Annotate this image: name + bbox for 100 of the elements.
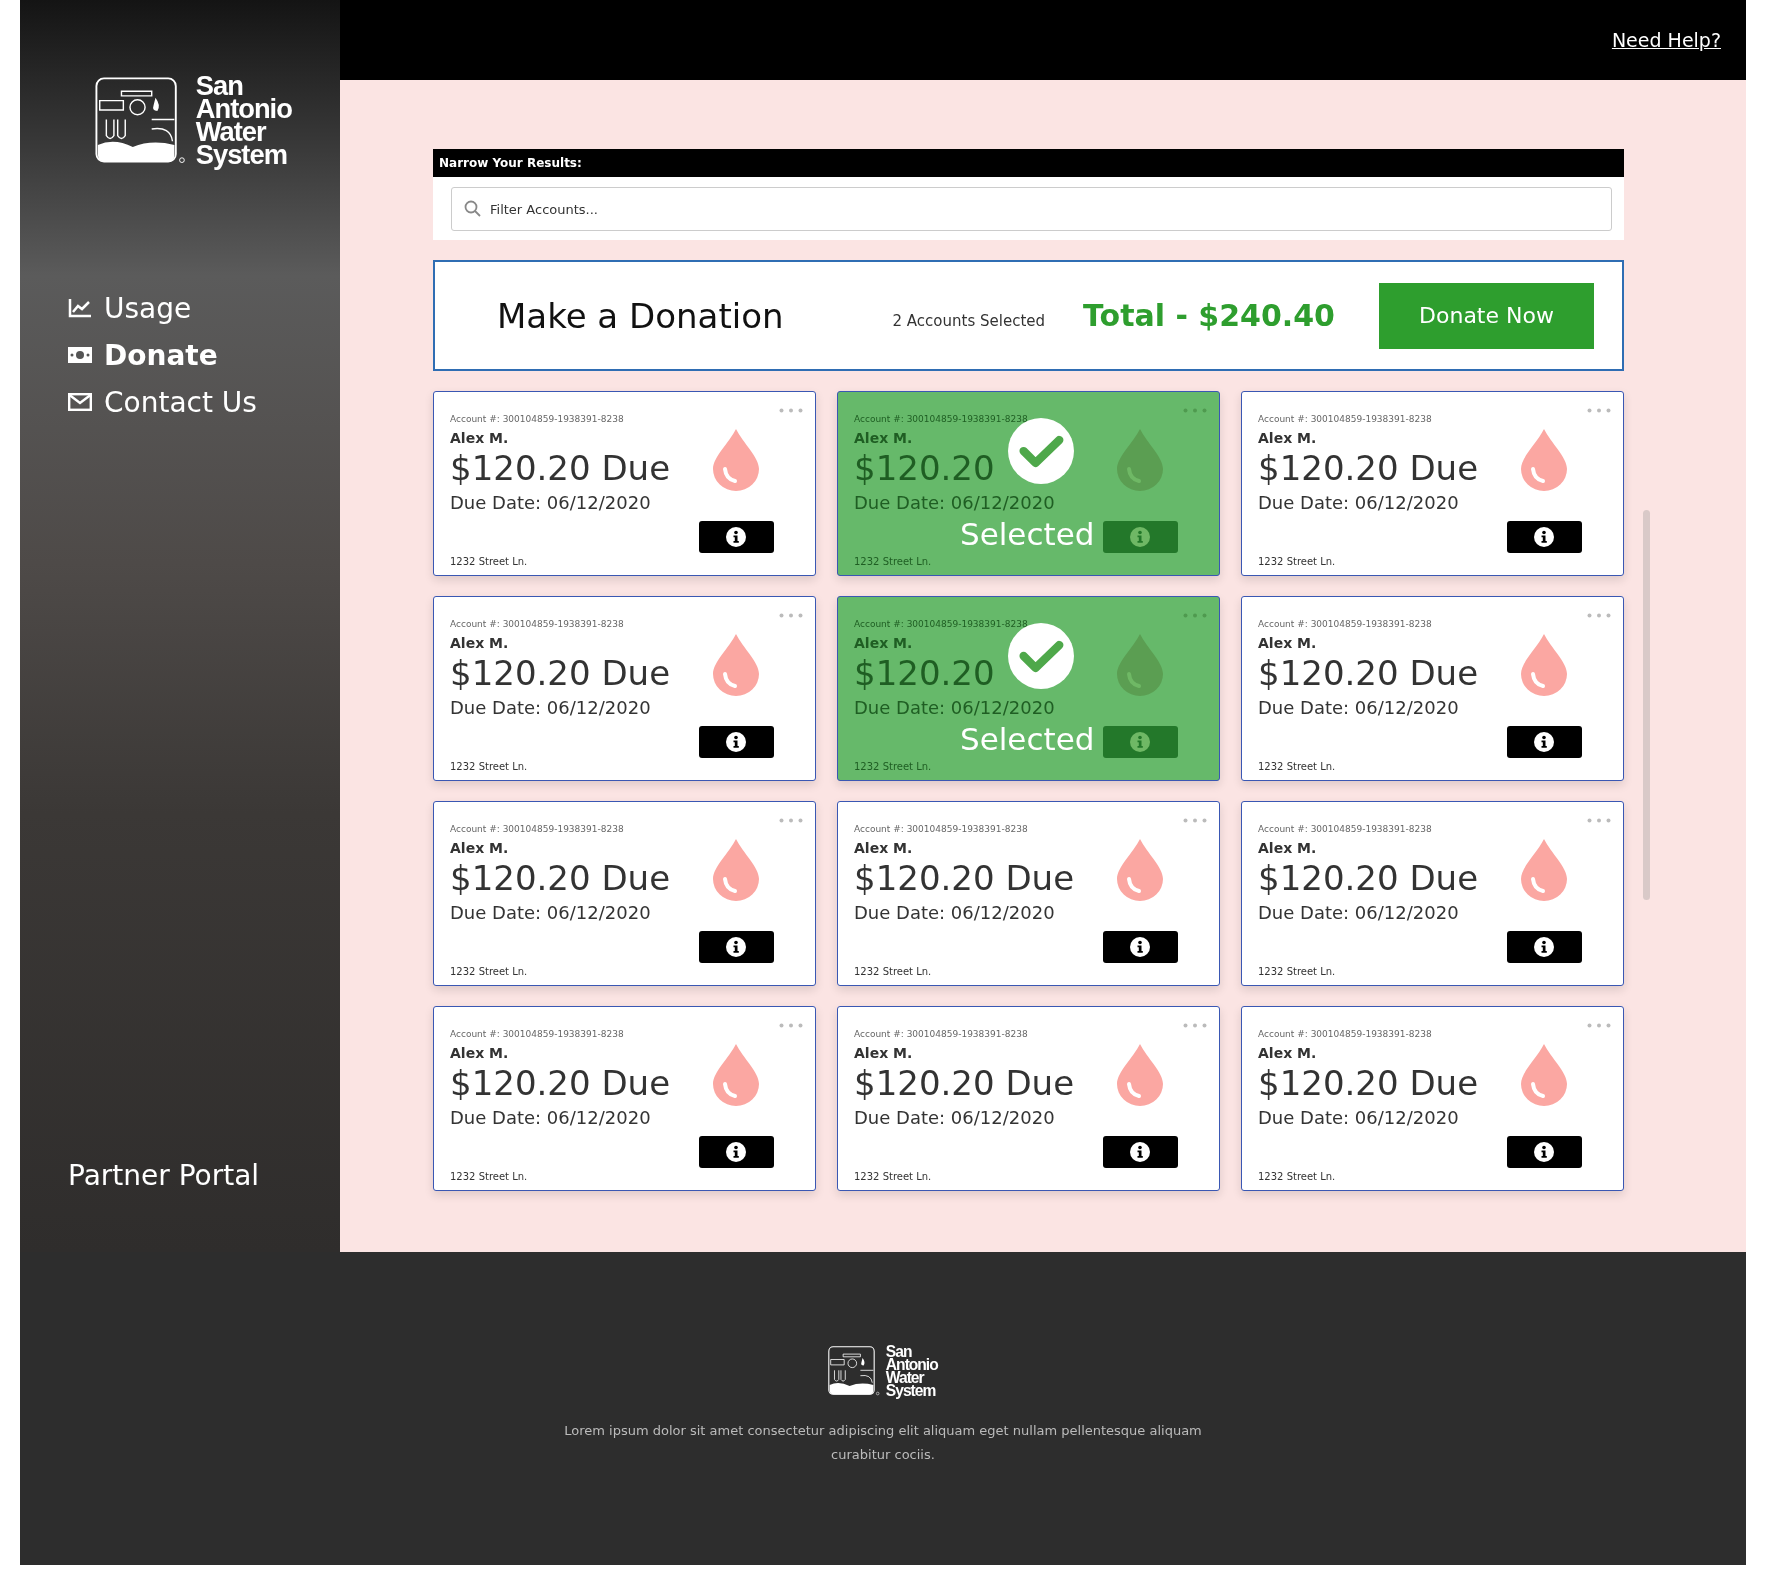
info-icon — [726, 732, 746, 752]
info-icon — [1534, 732, 1554, 752]
account-number: Account #: 300104859-1938391-8238 — [450, 414, 624, 424]
account-number: Account #: 300104859-1938391-8238 — [854, 1029, 1028, 1039]
more-icon[interactable] — [1587, 1023, 1611, 1028]
due-date: Due Date: 06/12/2020 — [1258, 697, 1459, 718]
amount-due: $120.20 Due — [450, 858, 671, 898]
water-drop-icon — [713, 839, 759, 901]
more-icon[interactable] — [1183, 818, 1207, 823]
account-address: 1232 Street Ln. — [450, 1171, 528, 1182]
more-icon[interactable] — [779, 408, 803, 413]
info-icon — [1130, 1142, 1150, 1162]
account-address: 1232 Street Ln. — [450, 761, 528, 772]
info-icon — [726, 1142, 746, 1162]
more-icon[interactable] — [1183, 1023, 1207, 1028]
info-button[interactable] — [698, 726, 774, 758]
filter-field[interactable]: Filter Accounts... — [451, 187, 1612, 231]
help-link[interactable]: Need Help? — [1611, 29, 1721, 51]
more-icon[interactable] — [1183, 613, 1207, 618]
account-address: 1232 Street Ln. — [450, 966, 528, 977]
amount-due: $120.20 Due — [450, 448, 671, 488]
more-icon[interactable] — [1587, 408, 1611, 413]
banknote-icon — [68, 347, 92, 364]
logo-icon — [828, 1346, 883, 1397]
account-number: Account #: 300104859-1938391-8238 — [1258, 1029, 1432, 1039]
search-icon — [464, 200, 481, 217]
portal-title: Partner Portal — [68, 1159, 261, 1192]
info-button[interactable] — [1102, 931, 1178, 963]
water-drop-icon — [1117, 839, 1163, 901]
info-button[interactable] — [698, 931, 774, 963]
account-card[interactable]: Account #: 300104859-1938391-8238 Alex M. $120.20 Due Due Date: 06/12/2020 1232 Street Ln. — [837, 801, 1220, 986]
info-button[interactable] — [1506, 931, 1582, 963]
amount-due: $120.20 — [854, 448, 995, 488]
scrollbar[interactable] — [1643, 510, 1650, 900]
water-drop-icon — [713, 429, 759, 491]
footer-text: Lorem ipsum dolor sit amet consectetur adipiscing elit aliquam eget nullam pellentesque aliquam curabitur cociis. — [563, 1422, 1203, 1465]
water-drop-icon — [1521, 429, 1567, 491]
due-date: Due Date: 06/12/2020 — [450, 1107, 651, 1128]
account-address: 1232 Street Ln. — [1258, 1171, 1336, 1182]
account-name: Alex M. — [450, 1045, 509, 1061]
info-icon — [1130, 937, 1150, 957]
account-card[interactable]: Account #: 300104859-1938391-8238 Alex M. $120.20 Due Due Date: 06/12/2020 1232 Street Ln. — [837, 1006, 1220, 1191]
water-drop-icon — [1117, 1044, 1163, 1106]
selected-label: Selected — [960, 517, 1095, 551]
account-name: Alex M. — [854, 430, 913, 446]
account-address: 1232 Street Ln. — [854, 556, 932, 567]
account-name: Alex M. — [450, 635, 509, 651]
info-button[interactable] — [1506, 1136, 1582, 1168]
due-date: Due Date: 06/12/2020 — [1258, 492, 1459, 513]
info-button[interactable] — [1102, 1136, 1178, 1168]
account-name: Alex M. — [1258, 840, 1317, 856]
line-chart-icon — [68, 298, 92, 319]
account-number: Account #: 300104859-1938391-8238 — [450, 619, 624, 629]
info-button[interactable] — [1506, 726, 1582, 758]
nav-link[interactable]: Usage — [68, 291, 340, 325]
info-icon — [726, 527, 746, 547]
nav-link[interactable]: Donate — [68, 338, 340, 372]
due-date: Due Date: 06/12/2020 — [854, 902, 1055, 923]
account-card[interactable]: Account #: 300104859-1938391-8238 Alex M. $120.20 Due Due Date: 06/12/2020 1232 Street Ln. — [433, 391, 816, 576]
amount-due: $120.20 Due — [450, 653, 671, 693]
account-card[interactable]: Account #: 300104859-1938391-8238 Alex M. $120.20 Due Due Date: 06/12/2020 1232 Street Ln. — [1241, 1006, 1624, 1191]
account-card[interactable]: Account #: 300104859-1938391-8238 Alex M. $120.20 Due Due Date: 06/12/2020 1232 Street Ln. — [433, 801, 816, 986]
due-date: Due Date: 06/12/2020 — [450, 697, 651, 718]
account-number: Account #: 300104859-1938391-8238 — [854, 824, 1028, 834]
account-card[interactable]: Account #: 300104859-1938391-8238 Alex M. $120.20 Due Due Date: 06/12/2020 1232 Street Ln. — [433, 596, 816, 781]
amount-due: $120.20 Due — [1258, 858, 1479, 898]
amount-due: $120.20 Due — [854, 1063, 1075, 1103]
account-card[interactable]: Account #: 300104859-1938391-8238 Alex M. $120.20 Due Due Date: 06/12/2020 1232 Street Ln. — [1241, 801, 1624, 986]
amount-due: $120.20 Due — [1258, 653, 1479, 693]
donation-title: Make a Donation — [497, 295, 784, 336]
more-icon[interactable] — [1587, 613, 1611, 618]
account-name: Alex M. — [450, 430, 509, 446]
account-number: Account #: 300104859-1938391-8238 — [854, 619, 1028, 629]
account-name: Alex M. — [854, 840, 913, 856]
info-button[interactable] — [1506, 521, 1582, 553]
more-icon[interactable] — [1587, 818, 1611, 823]
info-button[interactable] — [698, 521, 774, 553]
account-address: 1232 Street Ln. — [1258, 761, 1336, 772]
more-icon[interactable] — [779, 613, 803, 618]
account-name: Alex M. — [450, 840, 509, 856]
account-name: Alex M. — [1258, 1045, 1317, 1061]
amount-due: $120.20 Due — [854, 858, 1075, 898]
account-address: 1232 Street Ln. — [450, 556, 528, 567]
due-date: Due Date: 06/12/2020 — [854, 492, 1055, 513]
account-name: Alex M. — [854, 635, 913, 651]
more-icon[interactable] — [779, 818, 803, 823]
amount-due: $120.20 Due — [1258, 448, 1479, 488]
account-number: Account #: 300104859-1938391-8238 — [450, 824, 624, 834]
account-card[interactable]: Account #: 300104859-1938391-8238 Alex M. $120.20 Due Due Date: 06/12/2020 1232 Street Ln. — [1241, 391, 1624, 576]
water-drop-icon — [713, 1044, 759, 1106]
info-button[interactable] — [698, 1136, 774, 1168]
due-date: Due Date: 06/12/2020 — [854, 697, 1055, 718]
account-card[interactable]: Account #: 300104859-1938391-8238 Alex M. $120.20 Due Due Date: 06/12/2020 1232 Street Ln. — [433, 1006, 816, 1191]
due-date: Due Date: 06/12/2020 — [1258, 1107, 1459, 1128]
more-icon[interactable] — [779, 1023, 803, 1028]
account-card[interactable]: Account #: 300104859-1938391-8238 Alex M. $120.20 Due Due Date: 06/12/2020 1232 Street Ln. — [1241, 596, 1624, 781]
nav-link[interactable]: Contact Us — [68, 385, 340, 419]
water-drop-icon — [1117, 429, 1163, 491]
water-drop-icon — [1117, 634, 1163, 696]
more-icon[interactable] — [1183, 408, 1207, 413]
